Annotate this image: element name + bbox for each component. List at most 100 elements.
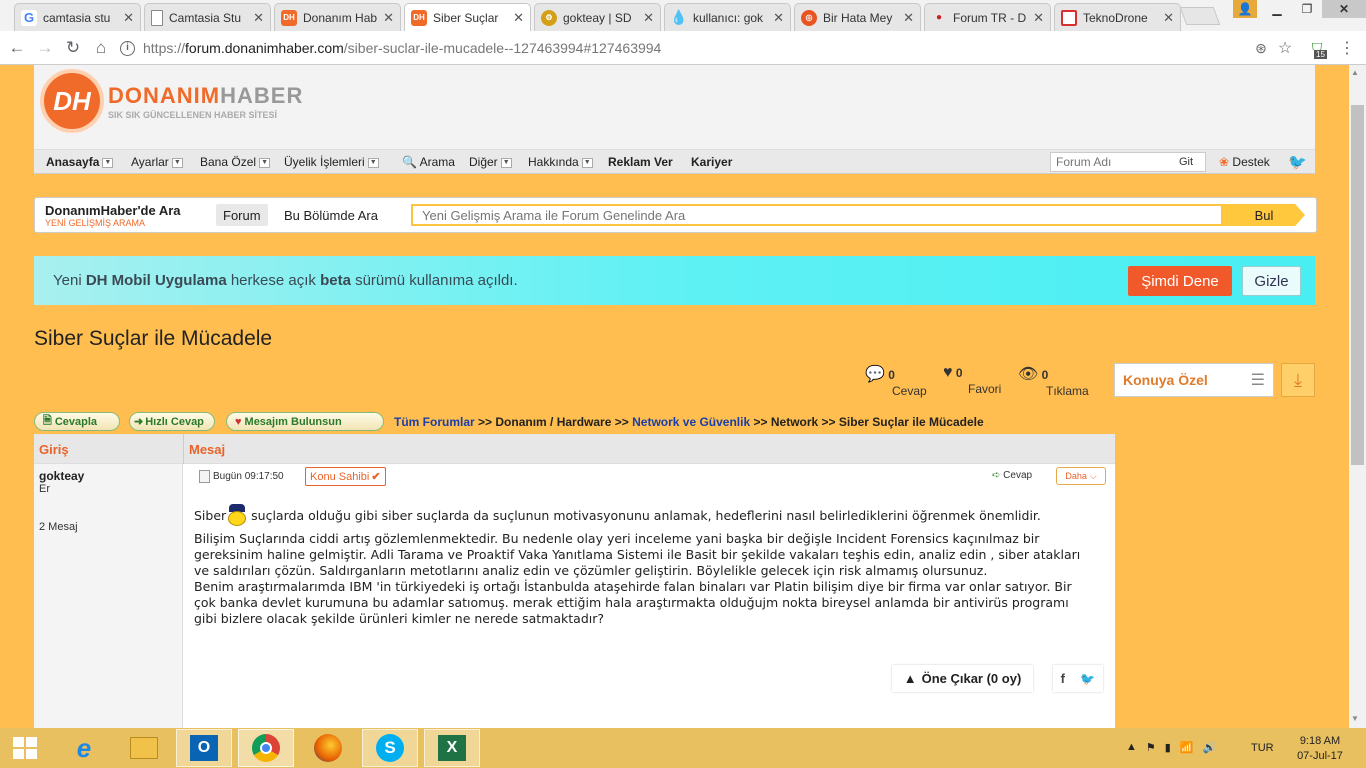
- reply-button[interactable]: 🗎 Cevapla: [34, 412, 120, 431]
- stat-tiklama: 👁 0 Tıklama: [1018, 366, 1089, 398]
- scrollbar-thumb[interactable]: [1351, 105, 1364, 465]
- quick-reply-button[interactable]: ➜ Hızlı Cevap: [129, 412, 215, 431]
- windows-start-icon[interactable]: [0, 729, 50, 767]
- topic-options-dropdown[interactable]: Konuya Özel ☰: [1114, 363, 1274, 397]
- scroll-down-icon[interactable]: ▼: [1351, 714, 1359, 723]
- browser-tab[interactable]: Camtasia Stu ✕: [144, 3, 271, 31]
- breadcrumb-hardware[interactable]: Donanım / Hardware: [495, 415, 611, 429]
- translate-icon[interactable]: ⊛: [1250, 37, 1272, 59]
- scroll-up-icon[interactable]: ▲: [1351, 68, 1359, 77]
- menu-kariyer[interactable]: Kariyer: [691, 155, 732, 169]
- facebook-icon[interactable]: f: [1061, 671, 1065, 686]
- check-icon: ✔: [371, 471, 381, 483]
- user-profile-icon[interactable]: 👤: [1233, 0, 1257, 18]
- menu-anasayfa[interactable]: Anasayfa ▼: [46, 155, 114, 169]
- site-logo[interactable]: DH: [40, 69, 104, 133]
- close-window-icon[interactable]: ✕: [1322, 0, 1366, 18]
- menu-ayarlar[interactable]: Ayarlar ▼: [131, 155, 183, 169]
- excel-icon[interactable]: X: [424, 729, 480, 767]
- hide-banner-button[interactable]: Gizle: [1242, 266, 1301, 296]
- volume-icon[interactable]: 🔊: [1203, 741, 1217, 754]
- outlook-icon[interactable]: O: [176, 729, 232, 767]
- search-tab-forum[interactable]: Forum: [216, 204, 268, 226]
- try-now-button[interactable]: Şimdi Dene: [1128, 266, 1232, 296]
- menu-destek[interactable]: ❀ Destek: [1219, 155, 1270, 169]
- post-date: Bugün 09:17:50: [199, 470, 284, 483]
- menu-uyelik[interactable]: Üyelik İşlemleri ▼: [284, 155, 379, 169]
- browser-tab[interactable]: ◎ Bir Hata Mey ✕: [794, 3, 921, 31]
- close-tab-icon[interactable]: ✕: [253, 10, 264, 26]
- banner-text: Yeni DH Mobil Uygulama herkese açık beta…: [53, 272, 518, 289]
- menu-diger[interactable]: Diğer ▼: [469, 155, 512, 169]
- find-my-message-button[interactable]: ♥ Mesajım Bulunsun: [226, 412, 384, 431]
- new-tab-button[interactable]: [1179, 7, 1221, 25]
- close-tab-icon[interactable]: ✕: [1163, 10, 1174, 26]
- browser-tab[interactable]: 💧 kullanıcı: gok ✕: [664, 3, 791, 31]
- browser-tab[interactable]: TeknoDrone ✕: [1054, 3, 1181, 31]
- clock-date: 07-Jul-17: [1297, 750, 1343, 762]
- info-icon[interactable]: i: [120, 40, 135, 56]
- search-input[interactable]: [413, 207, 1213, 223]
- twitter-icon[interactable]: 🐦: [1080, 672, 1095, 686]
- browser-tab[interactable]: ● Forum TR - D ✕: [924, 3, 1051, 31]
- url-path: /siber-suclar-ile-mucadele--127463994#12…: [343, 40, 662, 56]
- author-name[interactable]: gokteay: [39, 469, 84, 483]
- menu-bana-ozel[interactable]: Bana Özel ▼: [200, 155, 271, 169]
- signal-icon[interactable]: 📶: [1180, 741, 1194, 754]
- forum-icon: ●: [935, 12, 943, 23]
- tray-expand-icon[interactable]: ▲: [1126, 741, 1137, 754]
- download-icon[interactable]: ⤓: [1281, 363, 1315, 397]
- breadcrumb-network-security[interactable]: Network ve Güvenlik: [632, 415, 750, 429]
- menu-reklam-ver[interactable]: Reklam Ver: [608, 155, 673, 169]
- stat-cevap: 💬 0 Cevap: [865, 366, 927, 398]
- chevron-down-icon: ▼: [367, 157, 379, 168]
- browser-tab-active[interactable]: DH Siber Suçlar ✕: [404, 3, 531, 31]
- menu-hakkinda[interactable]: Hakkında ▼: [528, 155, 593, 169]
- back-icon[interactable]: ←: [6, 37, 28, 59]
- twitter-icon[interactable]: 🐦: [1288, 153, 1307, 171]
- home-icon[interactable]: ⌂: [90, 37, 112, 59]
- close-tab-icon[interactable]: ✕: [123, 10, 134, 26]
- menu-arama[interactable]: 🔍 Arama: [402, 155, 455, 169]
- flag-icon[interactable]: ⚑: [1146, 741, 1156, 754]
- breadcrumb-current: Siber Suçlar ile Mücadele: [838, 415, 984, 429]
- arrow-icon: ➜: [134, 416, 144, 428]
- maximize-icon[interactable]: ❐: [1292, 0, 1322, 18]
- browser-tab[interactable]: DH Donanım Hab ✕: [274, 3, 401, 31]
- menu-dots-icon[interactable]: ⋮: [1336, 37, 1358, 59]
- teknodrone-icon: [1061, 9, 1077, 26]
- file-explorer-icon[interactable]: [116, 729, 172, 767]
- search-button[interactable]: Bul: [1223, 204, 1305, 226]
- reload-icon[interactable]: ↻: [62, 37, 84, 59]
- browser-tab[interactable]: ⚙ gokteay | SD ✕: [534, 3, 661, 31]
- close-tab-icon[interactable]: ✕: [1033, 10, 1044, 26]
- forward-icon[interactable]: →: [34, 37, 56, 59]
- bookmark-star-icon[interactable]: ☆: [1274, 37, 1296, 59]
- close-tab-icon[interactable]: ✕: [903, 10, 914, 26]
- language-indicator[interactable]: TUR: [1251, 742, 1274, 754]
- firefox-icon[interactable]: [300, 729, 356, 767]
- post-reply-link[interactable]: ➪ Cevap: [992, 470, 1032, 481]
- column-header-mesaj: Mesaj: [189, 442, 226, 457]
- url-field[interactable]: i https://forum.donanimhaber.com/siber-s…: [120, 35, 1300, 61]
- breadcrumb-network[interactable]: Network: [771, 415, 818, 429]
- forum-name-input[interactable]: [1051, 155, 1179, 169]
- close-tab-icon[interactable]: ✕: [643, 10, 654, 26]
- clock[interactable]: 9:18 AM 07-Jul-17: [1290, 734, 1350, 764]
- more-dropdown[interactable]: Daha ⌵: [1056, 467, 1106, 485]
- minimize-icon[interactable]: ▁: [1262, 0, 1292, 18]
- chrome-icon[interactable]: [238, 729, 294, 767]
- battery-icon[interactable]: ▮: [1165, 741, 1171, 754]
- git-button[interactable]: Git: [1179, 156, 1193, 168]
- close-tab-icon[interactable]: ✕: [513, 10, 524, 26]
- search-tab-section[interactable]: Bu Bölümde Ara: [284, 208, 378, 223]
- browser-tab[interactable]: G camtasia stu ✕: [14, 3, 141, 31]
- promote-button[interactable]: ▲ Öne Çıkar (0 oy): [892, 665, 1033, 692]
- skype-icon[interactable]: S: [362, 729, 418, 767]
- police-smiley-icon: [227, 504, 247, 526]
- site-header: DH DONANIMHABER SIK SIK GÜNCELLENEN HABE…: [34, 65, 1315, 149]
- close-tab-icon[interactable]: ✕: [773, 10, 784, 26]
- internet-explorer-icon[interactable]: e: [56, 729, 112, 767]
- breadcrumb-all-forums[interactable]: Tüm Forumlar: [394, 415, 475, 429]
- close-tab-icon[interactable]: ✕: [383, 10, 394, 26]
